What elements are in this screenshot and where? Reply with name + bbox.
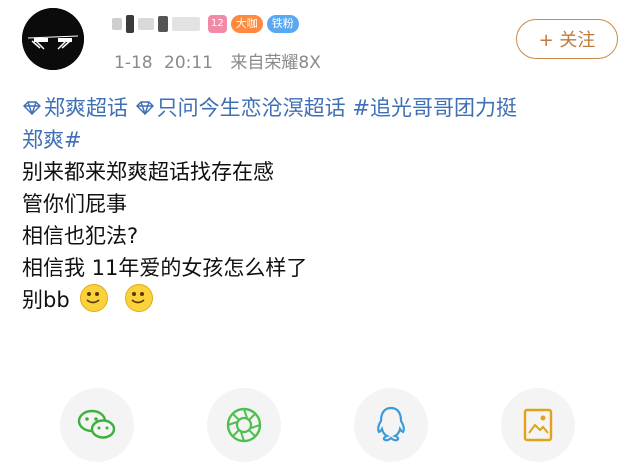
username-blurred: [138, 18, 154, 30]
wechat-icon: [77, 409, 116, 439]
qq-icon: [377, 406, 405, 442]
avatar[interactable]: [22, 8, 84, 70]
text-line-with-emoji: 别bb: [22, 284, 622, 316]
avatar-image: [22, 8, 84, 70]
diamond-icon: [135, 92, 155, 124]
topic-line: 郑爽超话 只问今生恋沧溟超话 #追光哥哥团力挺: [22, 92, 622, 124]
post-content: 郑爽超话 只问今生恋沧溟超话 #追光哥哥团力挺 郑爽# 别来都来郑爽超话找存在感…: [22, 92, 622, 316]
fan-badge: 铁粉: [266, 15, 299, 33]
post-date: 1-18: [114, 53, 153, 73]
text-line: 相信我 11年爱的女孩怎么样了: [22, 256, 308, 280]
username-blurred: [158, 16, 168, 32]
post-time: 20:11: [164, 53, 213, 73]
post-source: 来自荣耀8X: [230, 53, 321, 73]
save-image-button[interactable]: [501, 388, 575, 462]
bigv-badge: 大咖: [230, 15, 263, 33]
topic-link[interactable]: 只问今生恋沧溟超话: [135, 96, 353, 120]
text-line: 别bb: [22, 288, 70, 312]
save-image-icon: [523, 408, 553, 442]
topic-link[interactable]: 郑爽超话: [22, 96, 135, 120]
hashtag-link[interactable]: 郑爽#: [22, 128, 82, 152]
username-blurred: [112, 18, 122, 30]
share-moments-button[interactable]: [207, 388, 281, 462]
smile-emoji: [125, 284, 154, 312]
text-line: 别来都来郑爽超话找存在感: [22, 160, 274, 184]
diamond-icon: [22, 92, 42, 124]
text-line: 相信也犯法?: [22, 224, 139, 248]
share-wechat-button[interactable]: [60, 388, 134, 462]
topic-label: 郑爽超话: [44, 96, 128, 120]
topic-label: 只问今生恋沧溟超话: [156, 96, 346, 120]
text-line: 管你们屁事: [22, 192, 127, 216]
smile-emoji: [80, 284, 109, 312]
username-blurred: [126, 15, 134, 33]
post-meta: 1-18 20:11 来自荣耀8X: [114, 48, 333, 73]
share-bar: [0, 378, 640, 474]
moments-icon: [226, 407, 262, 443]
hashtag-link[interactable]: #追光哥哥团力挺: [352, 96, 517, 120]
username-blurred: [172, 17, 200, 31]
topic-line: 郑爽#: [22, 124, 622, 156]
share-qq-button[interactable]: [354, 388, 428, 462]
follow-button[interactable]: + 关注: [516, 19, 618, 59]
level-badge: 12: [208, 15, 227, 33]
username-row[interactable]: 12 大咖 铁粉: [112, 12, 299, 36]
post-header: 12 大咖 铁粉 1-18 20:11 来自荣耀8X + 关注: [0, 0, 640, 100]
